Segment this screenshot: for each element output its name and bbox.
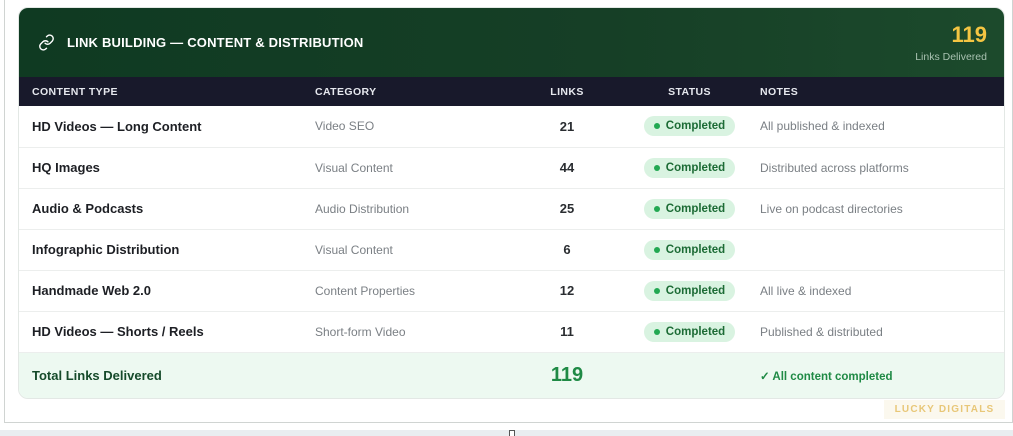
column-header-links: LINKS: [550, 85, 584, 98]
notes-cell: Distributed across platforms: [760, 160, 909, 175]
category-cell: Visual Content: [315, 242, 393, 257]
table-row: Infographic Distribution Visual Content …: [19, 229, 1004, 270]
status-cell: Completed: [619, 147, 760, 188]
table-row: HD Videos — Shorts / Reels Short-form Vi…: [19, 311, 1004, 352]
total-links-value: 119: [550, 364, 584, 387]
bottom-strip: [0, 430, 1013, 436]
status-badge: Completed: [643, 280, 736, 301]
column-header-status: STATUS: [668, 85, 711, 98]
notes-cell: Published & distributed: [760, 324, 883, 339]
links-cell: 21: [559, 118, 575, 134]
status-badge: Completed: [643, 116, 736, 137]
links-cell: 11: [560, 324, 574, 339]
status-dot-icon: [653, 246, 660, 253]
content-type-cell: HD Videos — Shorts / Reels: [32, 324, 204, 339]
status-dot-icon: [653, 123, 660, 130]
links-delivered-count: 119: [951, 21, 988, 47]
status-label: Completed: [665, 325, 726, 338]
header-left: LINK BUILDING — CONTENT & DISTRIBUTION: [38, 34, 363, 51]
status-dot-icon: [653, 164, 660, 171]
table-row: HD Videos — Long Content Video SEO 21 Co…: [19, 106, 1004, 147]
links-cell: 44: [559, 160, 575, 175]
card-header: LINK BUILDING — CONTENT & DISTRIBUTION 1…: [19, 8, 1004, 77]
content-type-cell: Handmade Web 2.0: [32, 283, 151, 298]
status-dot-icon: [653, 205, 660, 212]
status-label: Completed: [665, 161, 726, 174]
brand-watermark: LUCKY DIGITALS: [884, 400, 1005, 419]
status-cell: Completed: [619, 311, 760, 352]
status-dot-icon: [653, 328, 660, 335]
content-table: CONTENT TYPE CATEGORY LINKS STATUS NOTES…: [19, 77, 1004, 398]
total-status-empty: [619, 352, 760, 398]
total-category-empty: [315, 352, 515, 398]
column-header-content-type: CONTENT TYPE: [32, 85, 118, 98]
total-label: Total Links Delivered: [32, 368, 162, 384]
status-badge: Completed: [643, 198, 736, 219]
link-building-card: LINK BUILDING — CONTENT & DISTRIBUTION 1…: [18, 7, 1005, 399]
notes-cell: All published & indexed: [760, 119, 885, 134]
status-label: Completed: [665, 243, 726, 256]
status-badge: Completed: [643, 239, 736, 260]
content-type-cell: Infographic Distribution: [32, 242, 180, 257]
status-cell: Completed: [619, 229, 760, 270]
content-type-cell: HD Videos — Long Content: [32, 118, 202, 134]
table-row: Handmade Web 2.0 Content Properties 12 C…: [19, 270, 1004, 311]
column-header-notes: NOTES: [760, 85, 799, 98]
category-cell: Visual Content: [315, 160, 393, 175]
content-type-cell: HQ Images: [32, 160, 100, 175]
total-row: Total Links Delivered 119 ✓ All content …: [19, 352, 1004, 398]
status-cell: Completed: [619, 188, 760, 229]
total-note: ✓ All content completed: [760, 370, 893, 383]
table-row: HQ Images Visual Content 44 Completed Di…: [19, 147, 1004, 188]
status-cell: Completed: [619, 106, 760, 147]
notes-cell: [760, 229, 1004, 270]
table-header-row: CONTENT TYPE CATEGORY LINKS STATUS NOTES: [19, 77, 1004, 106]
links-cell: 25: [559, 201, 575, 216]
status-label: Completed: [665, 284, 726, 297]
category-cell: Short-form Video: [315, 324, 406, 339]
status-label: Completed: [665, 120, 726, 133]
status-dot-icon: [653, 287, 660, 294]
category-cell: Content Properties: [315, 283, 416, 298]
category-cell: Audio Distribution: [315, 201, 410, 216]
status-badge: Completed: [643, 321, 736, 342]
links-delivered-label: Links Delivered: [915, 50, 987, 63]
status-label: Completed: [665, 202, 726, 215]
status-badge: Completed: [643, 157, 736, 178]
content-type-cell: Audio & Podcasts: [32, 201, 144, 216]
category-cell: Video SEO: [315, 119, 375, 134]
status-cell: Completed: [619, 270, 760, 311]
column-header-category: CATEGORY: [315, 85, 377, 98]
notes-cell: All live & indexed: [760, 283, 852, 298]
card-title: LINK BUILDING — CONTENT & DISTRIBUTION: [67, 35, 364, 50]
header-summary: 119 Links Delivered: [915, 21, 988, 63]
links-cell: 6: [563, 242, 571, 257]
links-cell: 12: [559, 283, 575, 298]
table-row: Audio & Podcasts Audio Distribution 25 C…: [19, 188, 1004, 229]
notes-cell: Live on podcast directories: [760, 201, 903, 216]
cursor-marker: [509, 430, 515, 436]
link-icon: [38, 34, 55, 51]
